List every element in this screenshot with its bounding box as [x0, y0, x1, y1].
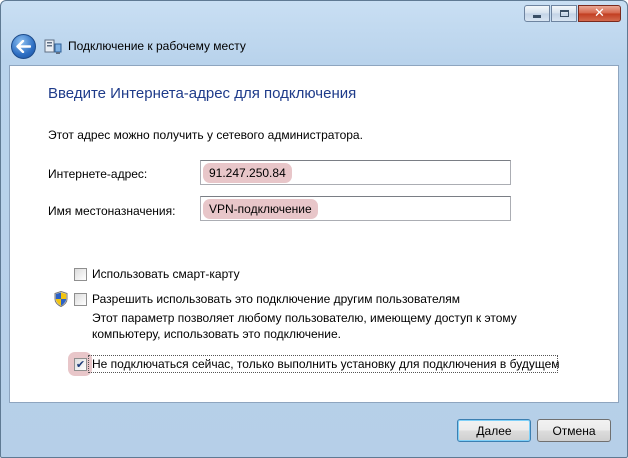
close-button[interactable]: ✕	[578, 5, 621, 22]
checkmark-icon: ✔	[75, 358, 86, 371]
back-button[interactable]	[11, 34, 36, 59]
address-label: Интернете-адрес:	[48, 167, 148, 181]
allow-others-label[interactable]: Разрешить использовать это подключение д…	[92, 292, 460, 306]
allow-others-checkbox[interactable]	[74, 293, 87, 306]
info-text: Этот адрес можно получить у сетевого адм…	[48, 128, 363, 142]
address-value: 91.247.250.84	[203, 162, 292, 183]
dont-connect-label[interactable]: Не подключаться сейчас, только выполнить…	[92, 357, 560, 371]
destination-value: VPN-подключение	[203, 198, 318, 219]
caption-buttons: ✕	[524, 5, 621, 22]
dont-connect-checkbox[interactable]: ✔	[74, 358, 87, 371]
destination-input[interactable]: VPN-подключение	[200, 196, 511, 221]
minimize-icon	[533, 15, 541, 18]
cancel-button[interactable]: Отмена	[537, 419, 611, 442]
address-input[interactable]: 91.247.250.84	[200, 160, 511, 185]
smartcard-label[interactable]: Использовать смарт-карту	[92, 267, 240, 281]
next-button[interactable]: Далее	[457, 419, 531, 442]
dialog-window: ✕ Подключение к рабочему месту Введите И…	[0, 0, 628, 458]
destination-label: Имя местоназначения:	[48, 204, 176, 218]
window-title: Подключение к рабочему месту	[68, 39, 246, 53]
back-arrow-icon	[16, 40, 31, 53]
maximize-icon	[559, 10, 569, 17]
minimize-button[interactable]	[524, 5, 550, 22]
uac-shield-icon	[54, 291, 68, 307]
page-heading: Введите Интернета-адрес для подключения	[48, 85, 357, 102]
wizard-content: Введите Интернета-адрес для подключения …	[9, 65, 619, 403]
close-icon: ✕	[594, 6, 605, 21]
smartcard-checkbox[interactable]	[74, 268, 87, 281]
allow-others-description: Этот параметр позволяет любому пользоват…	[92, 311, 517, 341]
maximize-button[interactable]	[551, 5, 577, 22]
network-connection-icon	[44, 39, 62, 54]
